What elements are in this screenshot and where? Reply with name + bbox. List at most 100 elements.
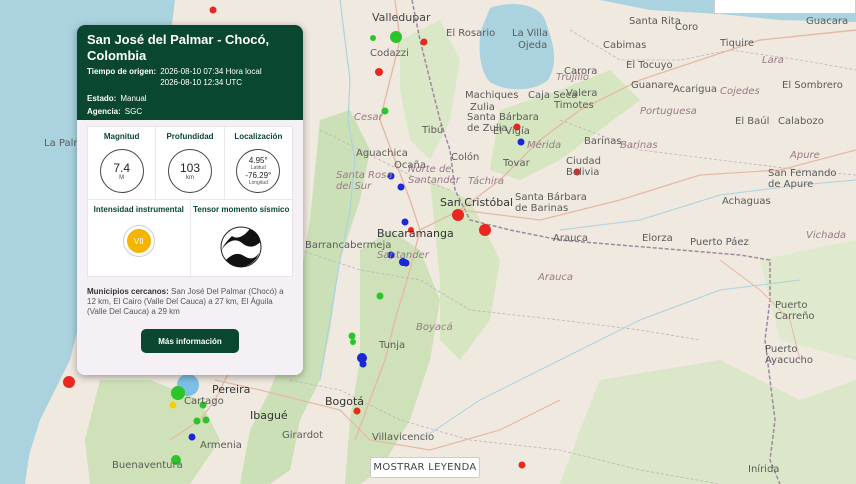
place-elorza: Elorza	[642, 233, 673, 244]
earthquake-popup: San José del Palmar - Chocó, Colombia Ti…	[77, 25, 303, 375]
earthquake-marker[interactable]	[376, 292, 384, 300]
earthquake-marker[interactable]	[209, 6, 217, 14]
place-norte-santander: Norte de Santander	[408, 164, 460, 186]
earthquake-marker[interactable]	[359, 360, 367, 368]
place-el-rosario: El Rosario	[446, 28, 496, 39]
place-puerto-paez: Puerto Páez	[690, 237, 749, 248]
place-santa-barbara-barinas: Santa Bárbara de Barinas	[515, 192, 587, 214]
origin-time-utc: 2026-08-10 12:34 UTC	[160, 78, 243, 87]
place-ibague: Ibagué	[250, 409, 288, 422]
magnitude-circle: 7.4 M	[99, 149, 144, 193]
agency-value: SGC	[124, 107, 143, 116]
earthquake-marker[interactable]	[370, 35, 376, 41]
more-info-button[interactable]: Más información	[141, 329, 239, 353]
place-santa-barbara-zulia: Santa Bárbara de Zulia	[467, 112, 539, 134]
place-boyaca: Boyacá	[416, 322, 453, 333]
tensor-label: Tensor momento sísmico	[193, 205, 290, 214]
place-aguachica: Aguachica	[356, 148, 408, 159]
place-vichada: Vichada	[806, 230, 847, 241]
place-el-sombrero: El Sombrero	[782, 80, 843, 91]
earthquake-marker[interactable]	[350, 339, 356, 345]
earthquake-marker[interactable]	[401, 218, 409, 226]
intensity-cell: Intensidad instrumental VII	[88, 200, 191, 276]
place-pereira: Pereira	[212, 383, 251, 396]
place-arauca-region: Arauca	[538, 272, 574, 283]
place-tovar: Tovar	[503, 158, 530, 169]
place-cojedes: Cojedes	[720, 86, 760, 97]
place-barinas-region: Barinas	[620, 140, 658, 151]
earthquake-marker[interactable]	[188, 433, 196, 441]
status-row: Estado: Manual	[87, 93, 293, 104]
place-timotes: Timotes	[554, 100, 594, 111]
place-ciudad-bolivia: Ciudad Bolivia	[566, 156, 601, 178]
place-codazzi: Codazzi	[370, 48, 409, 59]
earthquake-marker[interactable]	[63, 376, 75, 388]
place-armenia: Armenia	[200, 440, 242, 451]
depth-unit: km	[185, 174, 194, 181]
popup-body: Magnitud 7.4 M Profundidad 103 km Locali…	[77, 120, 303, 375]
info-grid-row-2: Intensidad instrumental VII Tensor momen…	[88, 200, 292, 276]
place-trujillo: Trujillo	[556, 72, 590, 83]
earthquake-marker[interactable]	[193, 417, 201, 425]
intensity-label: Intensidad instrumental	[93, 205, 184, 214]
place-bucaramanga: Bucaramanga	[377, 227, 454, 240]
place-la-villa: La Villa	[512, 28, 548, 39]
earthquake-marker[interactable]	[517, 138, 525, 146]
origin-time-local: 2026-08-10 07:34 Hora local	[160, 67, 262, 76]
place-cesar: Cesar	[354, 112, 383, 123]
earthquake-marker[interactable]	[169, 401, 177, 409]
info-grid: Magnitud 7.4 M Profundidad 103 km Locali…	[87, 126, 293, 277]
earthquake-marker[interactable]	[397, 183, 405, 191]
earthquake-marker[interactable]	[375, 68, 383, 76]
place-puerto-carreno: Puerto Carreño	[775, 300, 815, 322]
place-santander: Santander	[377, 250, 429, 261]
place-cabimas: Cabimas	[603, 40, 647, 51]
earthquake-marker[interactable]	[420, 38, 428, 46]
intensity-value: VII	[133, 236, 144, 246]
magnitude-value: 7.4	[113, 160, 130, 175]
tensor-cell: Tensor momento sísmico	[191, 200, 293, 276]
earthquake-marker[interactable]	[390, 31, 402, 43]
origin-time-values: 2026-08-10 07:34 Hora local 2026-08-10 1…	[160, 66, 261, 88]
earthquake-marker[interactable]	[479, 224, 491, 236]
place-ojeda: Ojeda	[518, 40, 548, 51]
place-valledupar: Valledupar	[372, 11, 431, 24]
place-coro: Coro	[675, 22, 699, 33]
sierra-perija	[400, 20, 460, 160]
place-acarigua: Acarigua	[673, 84, 717, 95]
earthquake-marker[interactable]	[171, 386, 185, 400]
place-valera: Valera	[566, 88, 598, 99]
magnitude-label: Magnitud	[103, 132, 140, 141]
earthquake-marker[interactable]	[348, 332, 356, 340]
agency-row: Agencia: SGC	[87, 106, 293, 117]
popup-title: San José del Palmar - Chocó, Colombia	[87, 32, 270, 63]
show-legend-button[interactable]: MOSTRAR LEYENDA	[370, 457, 480, 478]
place-tibu: Tibú	[422, 125, 444, 136]
place-san-fernando-apure: San Fernando de Apure	[768, 168, 837, 190]
place-tiquire: Tiquire	[720, 38, 755, 49]
forest-south-east	[560, 360, 856, 484]
place-villavicencio: Villavicencio	[372, 432, 435, 443]
origin-time-label: Tiempo de origen:	[87, 67, 157, 76]
agency-label: Agencia:	[87, 107, 121, 116]
nearby-municipalities: Municipios cercanos: San José Del Palmar…	[87, 287, 293, 317]
place-barinas: Barinas	[584, 136, 622, 147]
location-cell: Localización 4.95° Latitud -76.29° Longi…	[225, 127, 292, 199]
depth-circle: 103 km	[167, 149, 212, 193]
place-calabozo: Calabozo	[778, 116, 824, 127]
place-inirida: Inírida	[748, 464, 780, 475]
place-tunja: Tunja	[379, 340, 406, 351]
status-label: Estado:	[87, 94, 117, 103]
earthquake-marker[interactable]	[452, 209, 464, 221]
earthquake-marker[interactable]	[353, 407, 361, 415]
map-control-box[interactable]	[714, 0, 856, 14]
place-tachira: Táchira	[468, 176, 505, 187]
earthquake-marker[interactable]	[202, 416, 210, 424]
place-san-cristobal: San Cristóbal	[440, 196, 514, 209]
place-barrancabermeja: Barrancabermeja	[305, 240, 392, 251]
place-arauca: Arauca	[553, 233, 589, 244]
location-circle: 4.95° Latitud -76.29° Longitud	[236, 149, 281, 193]
earthquake-marker[interactable]	[518, 461, 526, 469]
intensity-badge: VII	[123, 226, 154, 256]
depth-cell: Profundidad 103 km	[156, 127, 225, 199]
